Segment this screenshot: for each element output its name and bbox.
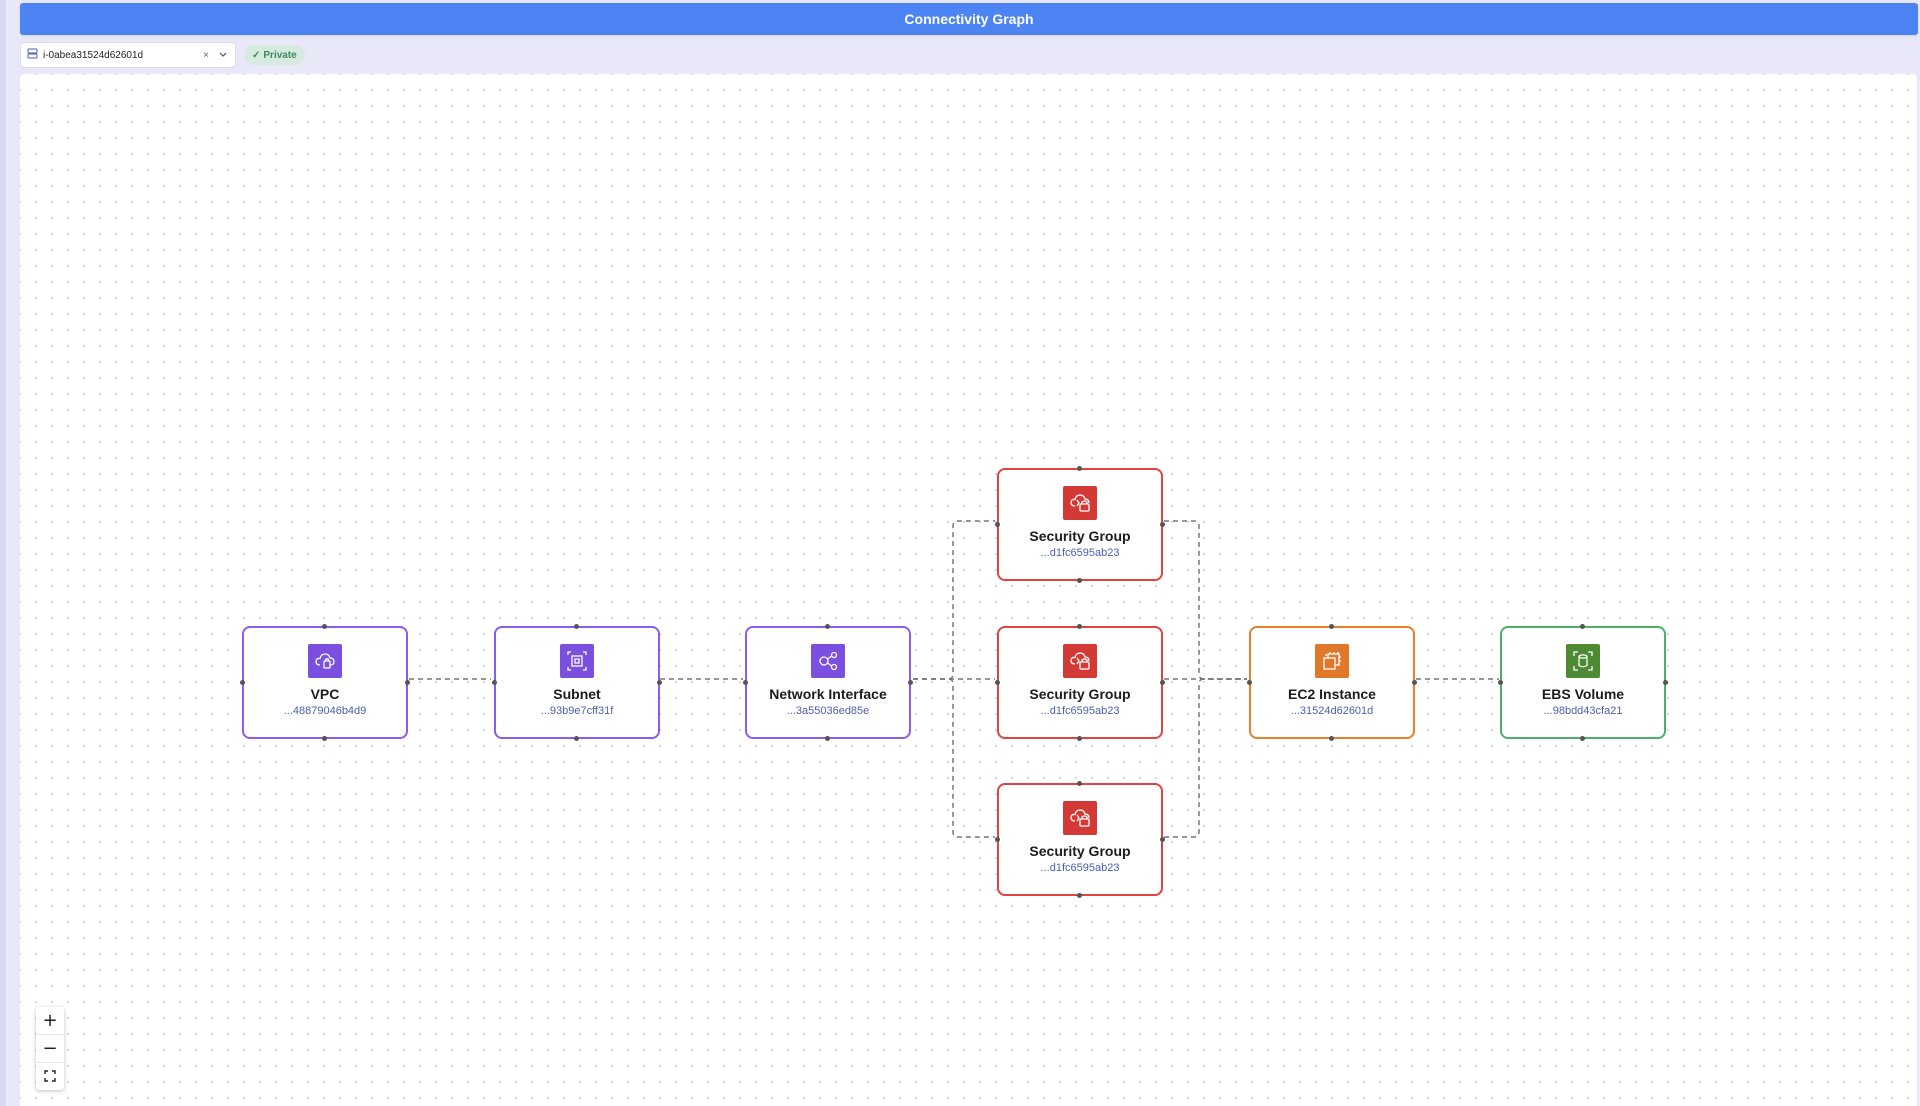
connection-handle[interactable] — [995, 836, 1000, 842]
network-interface-icon — [811, 644, 845, 678]
check-icon: ✓ — [252, 49, 261, 61]
node-resource-id: ...93b9e7cff31f — [540, 705, 614, 717]
security-group-icon — [1063, 644, 1097, 678]
connection-handle[interactable] — [322, 624, 327, 629]
zoom-in-button[interactable]: + — [36, 1007, 64, 1035]
edge-sg3-ec2 — [1164, 678, 1247, 838]
connection-handle[interactable] — [1412, 679, 1417, 685]
connection-handle[interactable] — [657, 679, 662, 685]
connection-handle[interactable] — [995, 679, 1000, 685]
connection-handle[interactable] — [1329, 624, 1334, 629]
node-resource-id: ...98bdd43cfa21 — [1543, 705, 1623, 717]
node-resource-id: ...d1fc6595ab23 — [1040, 547, 1120, 559]
connection-handle[interactable] — [492, 679, 497, 685]
connection-handle[interactable] — [1580, 736, 1585, 741]
edge-eni-sg1 — [913, 520, 995, 680]
ebs-volume-icon — [1566, 644, 1600, 678]
node-network-interface[interactable]: Network Interface ...3a55036ed85e — [743, 624, 913, 741]
vpc-icon — [308, 644, 342, 678]
node-title: VPC — [310, 686, 340, 702]
zoom-out-button[interactable]: − — [36, 1035, 64, 1063]
left-edge-strip — [0, 0, 6, 1106]
node-security-group[interactable]: Security Group ...d1fc6595ab23 — [995, 466, 1165, 583]
node-resource-id: ...31524d62601d — [1290, 705, 1374, 717]
fit-view-button[interactable] — [36, 1063, 64, 1090]
connection-handle[interactable] — [240, 679, 245, 685]
connection-handle[interactable] — [995, 521, 1000, 527]
connection-handle[interactable] — [908, 679, 913, 685]
resource-selector[interactable]: i-0abea31524d62601d × — [20, 42, 236, 68]
node-security-group[interactable]: Security Group ...d1fc6595ab23 — [995, 624, 1165, 741]
connection-handle[interactable] — [825, 624, 830, 629]
status-badge: ✓ Private — [244, 45, 305, 65]
clear-selection-button[interactable]: × — [200, 50, 212, 61]
node-title: Network Interface — [769, 686, 887, 702]
toolbar: i-0abea31524d62601d × ✓ Private — [20, 42, 305, 68]
connection-handle[interactable] — [1077, 893, 1082, 898]
connection-handle[interactable] — [1329, 736, 1334, 741]
node-resource-id: ...48879046b4d9 — [283, 705, 367, 717]
resource-selector-value: i-0abea31524d62601d — [43, 49, 144, 61]
node-security-group[interactable]: Security Group ...d1fc6595ab23 — [995, 781, 1165, 898]
connection-handle[interactable] — [1160, 521, 1165, 527]
node-title: EC2 Instance — [1288, 686, 1376, 702]
connection-handle[interactable] — [1077, 736, 1082, 741]
chevron-down-icon[interactable] — [217, 50, 229, 61]
connection-handle[interactable] — [1498, 679, 1503, 685]
connection-handle[interactable] — [1663, 679, 1668, 685]
fit-view-icon — [44, 1066, 56, 1087]
node-vpc[interactable]: VPC ...48879046b4d9 — [240, 624, 410, 741]
page-header: Connectivity Graph — [20, 3, 1918, 35]
connection-handle[interactable] — [1580, 624, 1585, 629]
node-ec2-instance[interactable]: EC2 Instance ...31524d62601d — [1247, 624, 1417, 741]
connection-handle[interactable] — [574, 624, 579, 629]
zoom-controls: + − — [36, 1007, 64, 1090]
node-resource-id: ...3a55036ed85e — [786, 705, 870, 717]
connection-handle[interactable] — [1077, 466, 1082, 471]
security-group-icon — [1063, 486, 1097, 520]
connection-handle[interactable] — [1247, 679, 1252, 685]
resource-icon — [27, 48, 38, 62]
connection-handle[interactable] — [1077, 578, 1082, 583]
connection-handle[interactable] — [1160, 836, 1165, 842]
connection-handle[interactable] — [743, 679, 748, 685]
connection-handle[interactable] — [574, 736, 579, 741]
ec2-instance-icon — [1315, 644, 1349, 678]
edge-eni-sg3 — [913, 678, 995, 838]
security-group-icon — [1063, 801, 1097, 835]
connection-handle[interactable] — [405, 679, 410, 685]
edge-sg1-ec2 — [1164, 520, 1247, 680]
connection-handle[interactable] — [825, 736, 830, 741]
connection-handle[interactable] — [322, 736, 327, 741]
graph-edges — [409, 520, 1499, 838]
status-badge-label: Private — [263, 49, 297, 61]
connection-handle[interactable] — [1077, 781, 1082, 786]
subnet-icon — [560, 644, 594, 678]
node-title: Security Group — [1029, 528, 1131, 544]
node-title: Security Group — [1029, 686, 1131, 702]
node-title: EBS Volume — [1541, 686, 1625, 702]
connection-handle[interactable] — [1077, 624, 1082, 629]
node-subnet[interactable]: Subnet ...93b9e7cff31f — [492, 624, 662, 741]
graph-canvas[interactable]: VPC ...48879046b4d9 Subnet ...93b9e7cff3… — [20, 74, 1917, 1106]
page-title: Connectivity Graph — [904, 11, 1034, 27]
node-ebs-volume[interactable]: EBS Volume ...98bdd43cfa21 — [1498, 624, 1668, 741]
node-title: Subnet — [553, 686, 601, 702]
node-resource-id: ...d1fc6595ab23 — [1040, 705, 1120, 717]
connection-handle[interactable] — [1160, 679, 1165, 685]
node-title: Security Group — [1029, 843, 1131, 859]
node-resource-id: ...d1fc6595ab23 — [1040, 862, 1120, 874]
